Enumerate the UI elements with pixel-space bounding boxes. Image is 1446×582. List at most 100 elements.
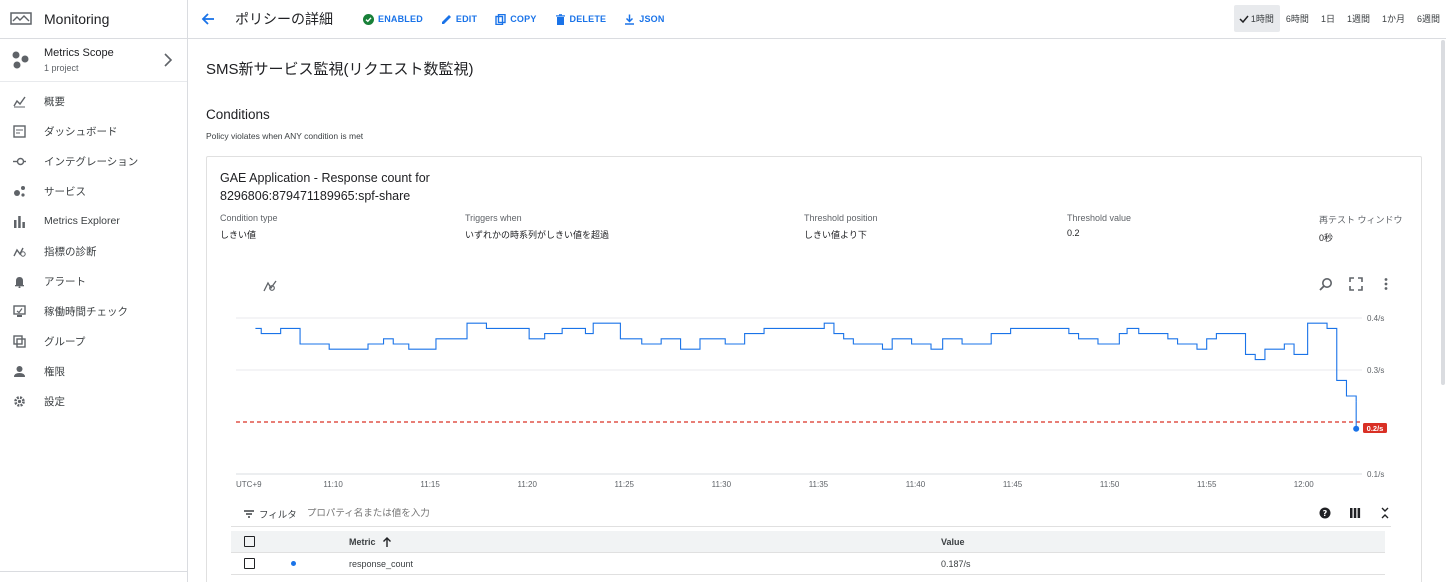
- line-chart: 0.4/s 0.3/s 0.1/s UTC+9 11:10 11:15 11:20 11:25…: [236, 314, 1387, 489]
- sidebar-item-services[interactable]: サービス: [0, 176, 187, 206]
- collapse-icon[interactable]: [1379, 507, 1391, 519]
- bell-icon: [15, 276, 24, 288]
- time-range-1m[interactable]: 1か月: [1376, 5, 1411, 32]
- monitoring-icon: [10, 12, 32, 25]
- table-row[interactable]: response_count 0.187/s: [231, 553, 1385, 575]
- sidebar-item-permissions[interactable]: 権限: [0, 356, 187, 386]
- copy-button[interactable]: COPY: [495, 13, 537, 25]
- threshold-value-label: Threshold value: [1067, 213, 1132, 223]
- sidebar-item-label: ダッシュボード: [44, 125, 118, 138]
- timezone-label: UTC+9: [236, 480, 262, 489]
- metric-column-header[interactable]: Metric: [349, 537, 941, 547]
- y-tick-label: 0.3/s: [1367, 366, 1384, 375]
- sidebar-item-metrics-explorer[interactable]: Metrics Explorer: [0, 206, 187, 236]
- table-tools: ?: [1301, 507, 1391, 519]
- condition-type-value: しきい値: [220, 230, 257, 240]
- series-color: [291, 561, 349, 566]
- threshold-value: Threshold value 0.2: [1067, 213, 1131, 238]
- sidebar-divider: [0, 571, 187, 572]
- sidebar-item-label: サービス: [44, 185, 86, 198]
- columns-icon[interactable]: [1349, 507, 1361, 519]
- scope-icon: [12, 51, 29, 69]
- series-line: [255, 322, 1357, 402]
- brand[interactable]: Monitoring: [0, 0, 187, 39]
- x-tick-label: 11:10: [323, 480, 343, 489]
- sidebar-item-dashboard[interactable]: ダッシュボード: [0, 116, 187, 146]
- time-range-label: 1日: [1320, 14, 1335, 24]
- sidebar-item-label: 設定: [44, 395, 65, 408]
- copy-icon: [495, 13, 506, 25]
- x-tick-label: 11:30: [712, 480, 732, 489]
- x-tick-label: 11:25: [615, 480, 635, 489]
- metrics-scope-selector[interactable]: Metrics Scope 1 project: [0, 39, 187, 82]
- dashboard-icon: [13, 124, 26, 138]
- json-label: JSON: [639, 14, 665, 24]
- row-metric: response_count: [349, 558, 414, 569]
- row-checkbox[interactable]: [244, 558, 255, 569]
- sidebar-item-settings[interactable]: 設定: [0, 386, 187, 416]
- triggers-value: いずれかの時系列がしきい値を超過: [465, 230, 610, 240]
- help-icon[interactable]: ?: [1319, 507, 1331, 519]
- person-icon: [14, 365, 25, 377]
- time-range-label: 6時間: [1285, 14, 1309, 24]
- sidebar-item-overview[interactable]: 概要: [0, 86, 187, 116]
- time-range-1w[interactable]: 1週間: [1341, 5, 1376, 32]
- sidebar-item-integration[interactable]: インテグレーション: [0, 146, 187, 176]
- app-title: Monitoring: [44, 11, 110, 27]
- sidebar-item-alerts[interactable]: アラート: [0, 266, 187, 296]
- copy-label: COPY: [510, 14, 537, 24]
- condition-type-label: Condition type: [220, 213, 278, 223]
- legend-table: Metric Value response_count 0.187/s: [231, 531, 1385, 575]
- value-column-header[interactable]: Value: [941, 537, 965, 547]
- x-tick-label: 11:40: [906, 480, 926, 489]
- download-icon: [625, 14, 635, 25]
- condition-card: GAE Application - Response count for 829…: [206, 156, 1422, 582]
- y-tick-label: 0.1/s: [1367, 470, 1384, 479]
- select-all-checkbox[interactable]: [244, 536, 255, 547]
- sidebar-item-diagnostics[interactable]: 指標の診断: [0, 236, 187, 266]
- delete-button[interactable]: DELETE: [555, 13, 607, 25]
- arrow-back-icon: [201, 13, 214, 25]
- sidebar-item-label: Metrics Explorer: [44, 215, 120, 227]
- triggers-label: Triggers when: [465, 213, 522, 223]
- x-tick-label: 11:50: [1100, 480, 1120, 489]
- sidebar-item-label: インテグレーション: [44, 155, 139, 168]
- scope-subtitle: 1 project: [44, 63, 79, 73]
- filter-bar: フィルタ ?: [231, 501, 1391, 527]
- sidebar-item-label: 指標の診断: [44, 245, 97, 258]
- gear-icon: [14, 395, 25, 407]
- sidebar-item-label: 稼働時間チェック: [44, 305, 128, 318]
- time-range-selector: 1時間 6時間 1日 1週間 1か月 6週間: [1233, 5, 1446, 32]
- back-button[interactable]: [188, 0, 228, 39]
- time-range-6h[interactable]: 6時間: [1280, 5, 1315, 32]
- threshold-position: Threshold position しきい値より下: [804, 213, 878, 241]
- scope-text: Metrics Scope 1 project: [44, 47, 114, 73]
- time-range-label: 1時間: [1250, 14, 1274, 24]
- x-tick-label: 11:15: [420, 480, 440, 489]
- enabled-toggle[interactable]: ENABLED: [363, 13, 423, 25]
- sidebar-item-label: 権限: [44, 365, 65, 378]
- sidebar-item-groups[interactable]: グループ: [0, 326, 187, 356]
- time-range-6w[interactable]: 6週間: [1411, 5, 1446, 32]
- last-point-marker: [1353, 425, 1360, 432]
- top-bar: ポリシーの詳細 ENABLED EDIT COPY DELETE JSON 1時…: [188, 0, 1446, 39]
- triggers-when: Triggers when いずれかの時系列がしきい値を超過: [465, 213, 609, 241]
- sidebar-item-label: グループ: [44, 335, 86, 348]
- bar-chart-icon: [14, 215, 25, 228]
- policy-name: SMS新サービス監視(リクエスト数監視): [206, 61, 474, 78]
- time-range-label: 6週間: [1416, 14, 1440, 24]
- pencil-icon: [441, 14, 451, 24]
- time-range-1d[interactable]: 1日: [1315, 5, 1341, 32]
- time-range-1h[interactable]: 1時間: [1233, 5, 1280, 32]
- app-root: Monitoring Metrics Scope 1 project 概要 ダッ…: [0, 0, 1446, 582]
- filter-input[interactable]: [306, 508, 607, 519]
- edit-button[interactable]: EDIT: [441, 14, 477, 25]
- condition-type: Condition type しきい値: [220, 213, 278, 241]
- sidebar-item-uptime[interactable]: 稼働時間チェック: [0, 296, 187, 326]
- filter-label: フィルタ: [259, 509, 297, 521]
- time-range-label: 1か月: [1381, 14, 1405, 24]
- delete-label: DELETE: [569, 14, 607, 24]
- json-button[interactable]: JSON: [624, 14, 664, 25]
- integration-icon: [13, 157, 26, 165]
- page-scrollbar[interactable]: [1441, 40, 1445, 385]
